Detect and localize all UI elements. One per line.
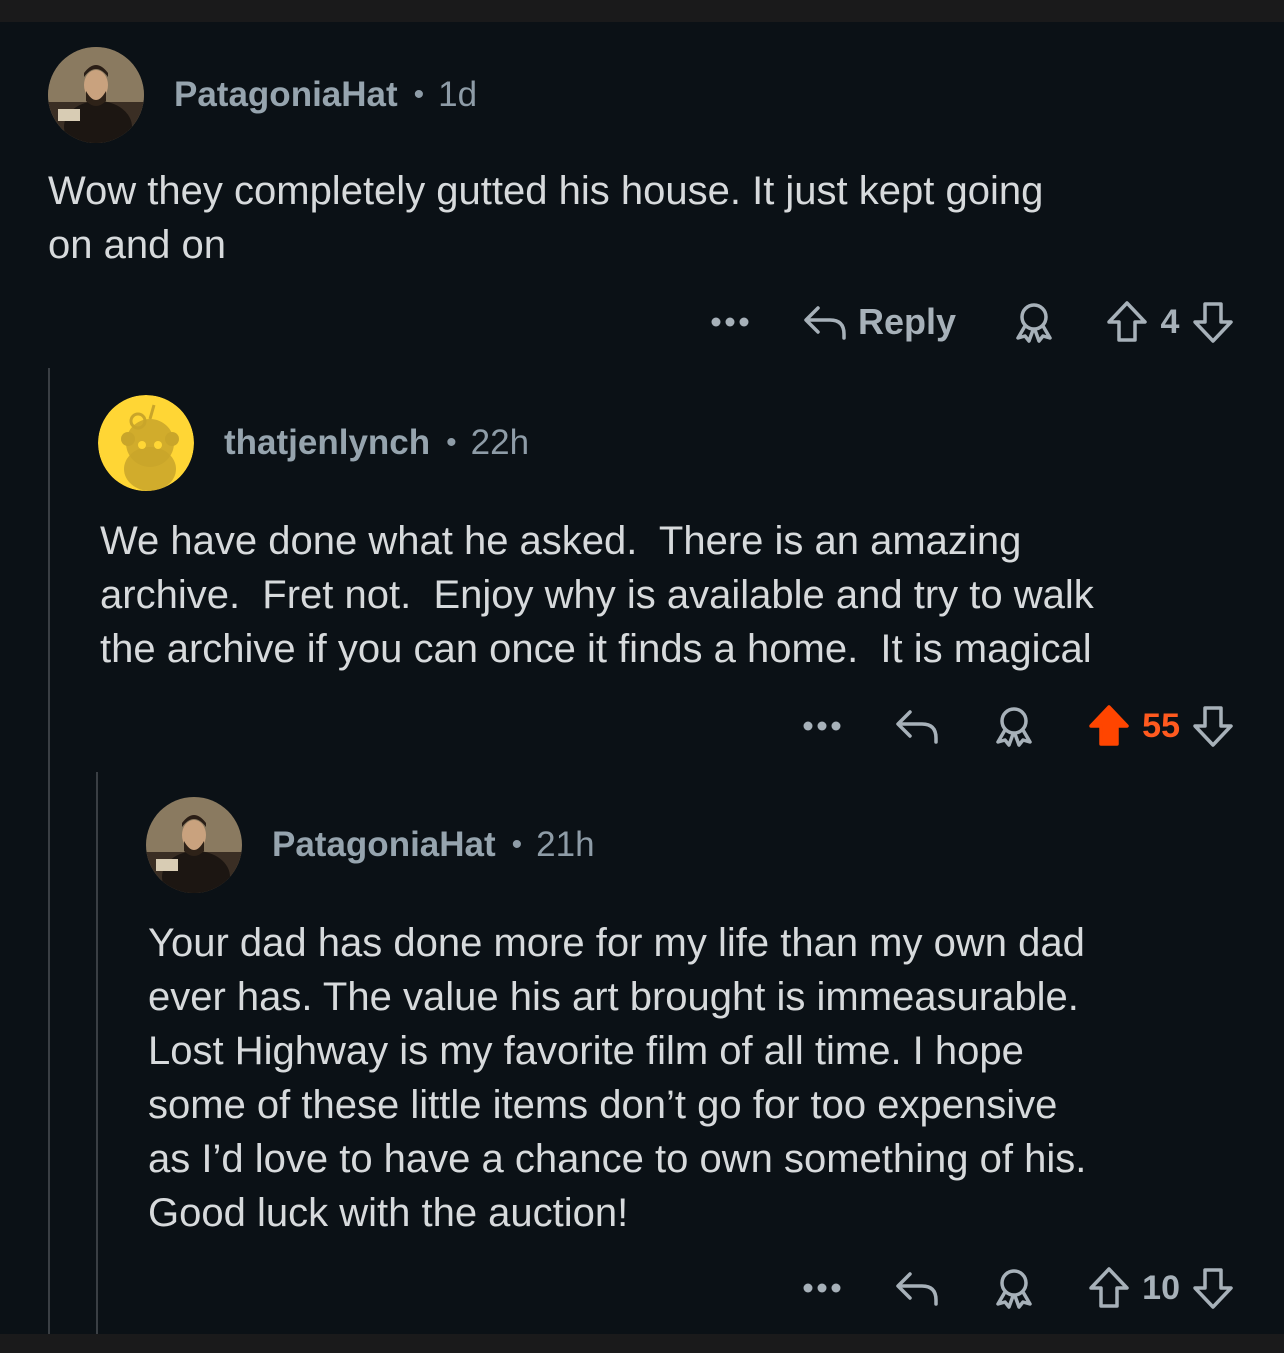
comment-body: We have done what he asked. There is an … [100, 519, 1094, 671]
vote-controls: 10 [1088, 1266, 1234, 1310]
more-options-icon [711, 317, 749, 327]
award-button[interactable] [992, 704, 1036, 748]
comment-actions: 10 [802, 1264, 1234, 1312]
comment-meta: PatagoniaHat • 1d [174, 75, 477, 115]
user-avatar[interactable] [146, 797, 242, 893]
user-portrait-avatar-icon [48, 47, 144, 143]
username[interactable]: PatagoniaHat [174, 75, 398, 115]
upvote-arrow-icon [1089, 1267, 1129, 1308]
comment-body: Wow they completely gutted his house. It… [48, 169, 1044, 267]
award-button[interactable] [992, 1266, 1036, 1310]
reply-button[interactable] [894, 1268, 940, 1308]
comment-age[interactable]: 1d [438, 75, 477, 115]
user-portrait-avatar-icon [146, 797, 242, 893]
thread-line-level-1[interactable] [48, 368, 50, 1334]
downvote-arrow-icon [1193, 706, 1233, 747]
comment-actions: 55 [802, 702, 1234, 750]
more-options-button[interactable] [802, 1264, 842, 1312]
comment-actions: Reply 4 [710, 298, 1234, 346]
award-icon [1016, 303, 1052, 343]
comment-meta: thatjenlynch • 22h [224, 423, 529, 463]
thread-line-level-2[interactable] [96, 772, 98, 1334]
vote-controls: 4 [1106, 300, 1234, 344]
comment-thread: PatagoniaHat • 1d Wow they completely gu… [0, 22, 1284, 1334]
downvote-button[interactable] [1192, 300, 1234, 344]
upvote-arrow-icon [1107, 301, 1147, 342]
downvote-arrow-icon [1193, 1268, 1233, 1309]
snoo-default-avatar-icon [98, 395, 194, 491]
user-avatar[interactable] [98, 395, 194, 491]
reply-button[interactable] [894, 706, 940, 746]
vote-score: 4 [1160, 302, 1180, 341]
upvote-button[interactable] [1088, 704, 1130, 748]
username[interactable]: thatjenlynch [224, 423, 430, 463]
more-options-icon [803, 1283, 841, 1293]
downvote-button[interactable] [1192, 704, 1234, 748]
vote-score: 55 [1142, 706, 1180, 745]
more-options-button[interactable] [802, 702, 842, 750]
comment-body: Your dad has done more for my life than … [148, 921, 1087, 1235]
separator-dot: • [446, 426, 457, 459]
comment-age[interactable]: 21h [536, 825, 594, 865]
reply-button[interactable]: Reply [802, 301, 956, 343]
comment-age[interactable]: 22h [471, 423, 529, 463]
upvote-arrow-filled-icon [1089, 705, 1129, 746]
downvote-button[interactable] [1192, 1266, 1234, 1310]
more-options-icon [803, 721, 841, 731]
reply-icon [896, 1272, 938, 1306]
vote-controls: 55 [1088, 704, 1234, 748]
user-avatar[interactable] [48, 47, 144, 143]
award-icon [996, 1269, 1032, 1309]
reply-icon [804, 306, 846, 340]
downvote-arrow-icon [1193, 302, 1233, 343]
reply-icon [896, 710, 938, 744]
upvote-button[interactable] [1088, 1266, 1130, 1310]
username[interactable]: PatagoniaHat [272, 825, 496, 865]
separator-dot: • [413, 78, 425, 111]
award-icon [996, 707, 1032, 747]
reply-label: Reply [857, 301, 956, 342]
vote-score: 10 [1142, 1268, 1180, 1307]
award-button[interactable] [1012, 300, 1056, 344]
upvote-button[interactable] [1106, 300, 1148, 344]
separator-dot: • [511, 828, 523, 861]
more-options-button[interactable] [710, 298, 750, 346]
comment-meta: PatagoniaHat • 21h [272, 825, 595, 865]
